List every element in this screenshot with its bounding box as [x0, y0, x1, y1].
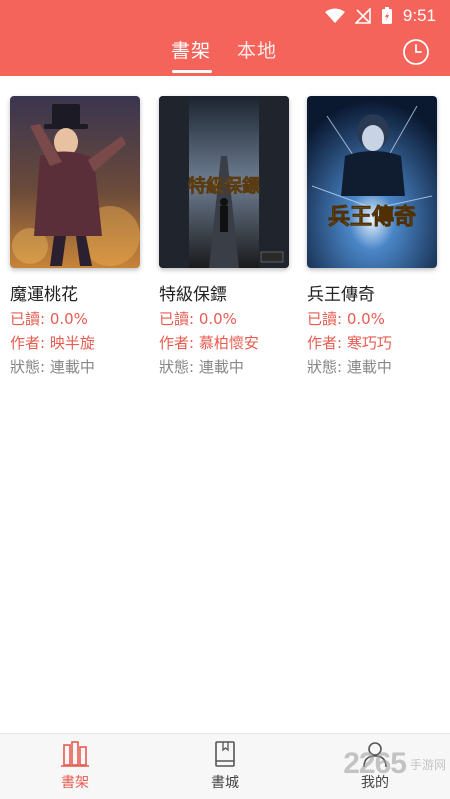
book-read-progress: 已讀: 0.0% — [10, 310, 88, 328]
bookshelf-icon — [61, 741, 89, 767]
book-status: 狀態: 連載中 — [159, 358, 244, 376]
book-title: 特級保鏢 — [159, 285, 227, 305]
book-cover[interactable] — [10, 96, 140, 268]
book-card[interactable]: 兵王傳奇 兵王傳奇 已讀: 0.0% 作者: 寒巧巧 狀態: 連載中 — [307, 96, 439, 377]
book-title: 兵王傳奇 — [307, 285, 375, 305]
status-bar: 9:51 — [0, 0, 450, 32]
tab-local[interactable]: 本地 — [237, 36, 277, 63]
status-time: 9:51 — [402, 6, 436, 25]
book-icon — [215, 741, 235, 767]
book-title: 魔運桃花 — [10, 285, 78, 305]
top-tabs: 書架 本地 — [0, 36, 450, 76]
book-status: 狀態: 連載中 — [307, 358, 392, 376]
battery-icon — [381, 7, 392, 24]
book-author: 作者: 寒巧巧 — [307, 334, 392, 352]
nav-label: 書城 — [211, 775, 239, 791]
clock-icon[interactable] — [402, 38, 430, 66]
nav-label: 書架 — [61, 775, 89, 791]
app-header: 9:51 書架 本地 — [0, 0, 450, 76]
book-author: 作者: 映半旋 — [10, 334, 95, 352]
nav-bookshelf[interactable]: 書架 — [45, 740, 105, 792]
book-read-progress: 已讀: 0.0% — [159, 310, 237, 328]
book-cover[interactable]: 特級保鏢 — [159, 96, 289, 268]
cover-title: 兵王傳奇 — [328, 204, 416, 230]
book-status: 狀態: 連載中 — [10, 358, 95, 376]
active-tab-indicator — [172, 70, 212, 73]
cover-title: 特級保鏢 — [188, 175, 260, 197]
watermark-text: 手游网 — [409, 757, 446, 772]
tab-bookshelf[interactable]: 書架 — [171, 36, 211, 63]
nav-bookstore[interactable]: 書城 — [195, 740, 255, 792]
book-card[interactable]: 魔運桃花 已讀: 0.0% 作者: 映半旋 狀態: 連載中 — [10, 96, 142, 377]
no-signal-icon — [354, 8, 371, 24]
book-read-progress: 已讀: 0.0% — [307, 310, 385, 328]
book-card[interactable]: 特級保鏢 特級保鏢 已讀: 0.0% 作者: 慕柏懷安 狀態: 連載中 — [159, 96, 291, 377]
watermark: 2265 手游网 — [343, 747, 446, 781]
wifi-icon — [324, 8, 345, 23]
bottom-nav: 書架 書城 我的 2265 手游网 — [0, 733, 450, 799]
book-author: 作者: 慕柏懷安 — [159, 334, 259, 352]
book-cover[interactable]: 兵王傳奇 — [307, 96, 437, 268]
watermark-number: 2265 — [343, 747, 407, 780]
